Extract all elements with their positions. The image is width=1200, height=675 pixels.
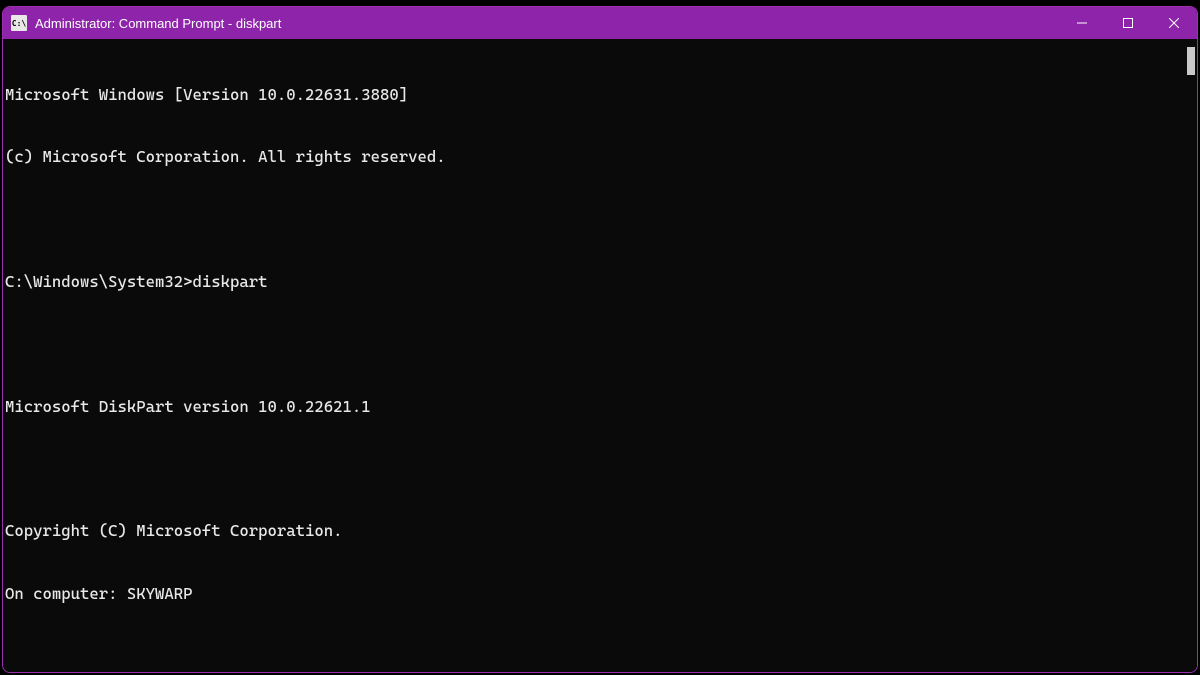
close-button[interactable] — [1151, 7, 1197, 39]
terminal-output[interactable]: Microsoft Windows [Version 10.0.22631.38… — [3, 39, 1197, 672]
maximize-button[interactable] — [1105, 7, 1151, 39]
window-title: Administrator: Command Prompt - diskpart — [35, 16, 281, 31]
terminal-line: Copyright (C) Microsoft Corporation. — [5, 521, 1195, 542]
terminal-line — [5, 334, 1195, 355]
terminal-line: (c) Microsoft Corporation. All rights re… — [5, 147, 1195, 168]
terminal-line: C:\Windows\System32>diskpart — [5, 272, 1195, 293]
terminal-line — [5, 209, 1195, 230]
titlebar[interactable]: C:\ Administrator: Command Prompt - disk… — [3, 7, 1197, 39]
terminal-line — [5, 646, 1195, 667]
command-prompt-window: C:\ Administrator: Command Prompt - disk… — [2, 6, 1198, 673]
terminal-line: Microsoft DiskPart version 10.0.22621.1 — [5, 397, 1195, 418]
terminal-line: On computer: SKYWARP — [5, 584, 1195, 605]
window-controls — [1059, 7, 1197, 39]
cmd-icon: C:\ — [11, 15, 27, 31]
minimize-button[interactable] — [1059, 7, 1105, 39]
terminal-line: Microsoft Windows [Version 10.0.22631.38… — [5, 85, 1195, 106]
scrollbar-thumb[interactable] — [1187, 47, 1195, 75]
terminal-line — [5, 459, 1195, 480]
